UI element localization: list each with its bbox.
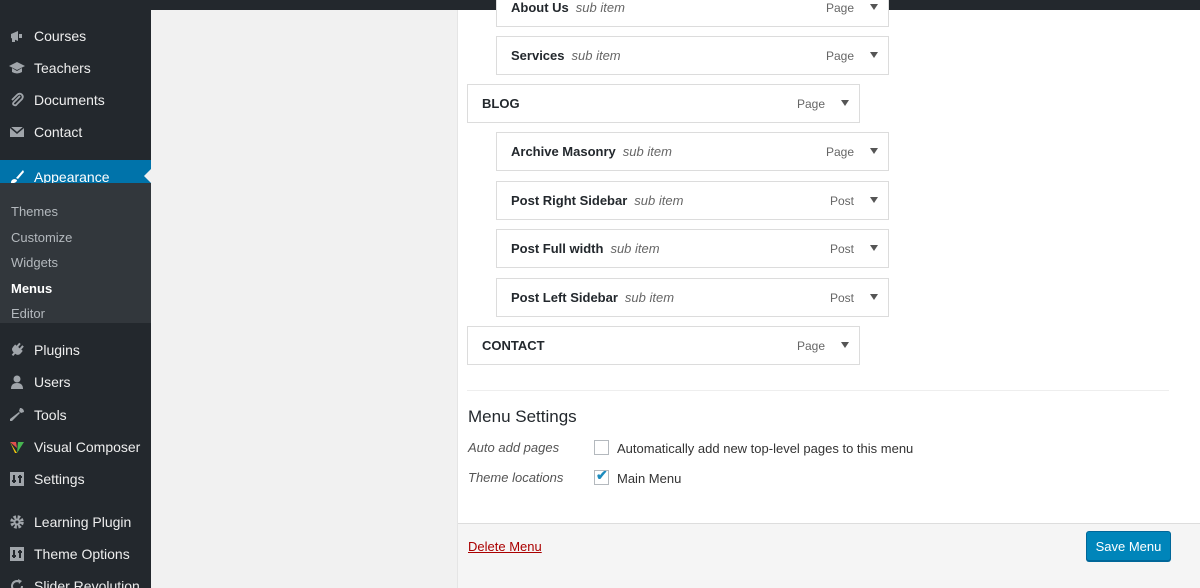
menu-item-post-full-width[interactable]: Post Full width sub item Post <box>496 229 889 268</box>
sidebar-item-label: Settings <box>34 471 85 487</box>
menu-item-type: Post <box>829 241 854 256</box>
sidebar-item-tools[interactable]: Tools <box>0 399 151 431</box>
sidebar-item-documents[interactable]: Documents <box>0 84 151 116</box>
user-icon <box>7 372 27 392</box>
main-menu-text: Main Menu <box>617 471 682 486</box>
envelope-icon <box>7 122 27 142</box>
sidebar-item-label: Courses <box>34 28 87 44</box>
menu-item-type: Page <box>825 144 854 159</box>
menu-item-contact[interactable]: CONTACT Page <box>467 326 860 365</box>
theme-locations-label: Theme locations <box>468 470 564 485</box>
sidebar-item-label: Theme Options <box>34 546 130 562</box>
menu-item-title: Post Right Sidebar sub item <box>511 193 684 208</box>
menu-item-title: Post Left Sidebar sub item <box>511 290 675 305</box>
graduation-cap-icon <box>7 58 27 78</box>
menu-item-title: About Us sub item <box>511 0 625 15</box>
wrench-icon <box>7 405 27 425</box>
menu-item-blog[interactable]: BLOG Page <box>467 84 860 123</box>
sidebar-item-contact[interactable]: Contact <box>0 116 151 148</box>
menu-item-title: CONTACT <box>482 338 545 353</box>
sidebar-item-label: Teachers <box>34 60 91 76</box>
submenu-item-menus[interactable]: Menus <box>11 281 52 296</box>
sidebar-item-plugins[interactable]: Plugins <box>0 334 151 366</box>
sidebar-item-label: Tools <box>34 407 67 423</box>
sidebar-item-label: Learning Plugin <box>34 514 132 530</box>
menu-item-type: Post <box>829 193 854 208</box>
submenu-item-customize[interactable]: Customize <box>11 230 72 245</box>
menu-settings-title: Menu Settings <box>468 407 577 426</box>
visual-composer-icon <box>7 437 27 457</box>
submenu-item-themes[interactable]: Themes <box>11 204 58 219</box>
submenu-item-widgets[interactable]: Widgets <box>11 255 58 270</box>
sidebar-item-label: Contact <box>34 124 83 140</box>
sidebar-item-users[interactable]: Users <box>0 366 151 398</box>
sidebar-item-learning-plugin[interactable]: Learning Plugin <box>0 506 151 538</box>
sidebar-item-slider-revolution[interactable]: Slider Revolution <box>0 570 151 588</box>
menu-item-about-us[interactable]: About Us sub item Page <box>496 0 889 27</box>
sidebar-item-visual-composer[interactable]: Visual Composer <box>0 431 151 463</box>
expand-arrow-icon[interactable] <box>870 294 878 300</box>
delete-menu-link[interactable]: Delete Menu <box>468 539 542 554</box>
megaphone-icon <box>7 26 27 46</box>
auto-add-pages-label: Auto add pages <box>468 440 560 455</box>
menu-item-title: Post Full width sub item <box>511 241 660 256</box>
expand-arrow-icon[interactable] <box>841 342 849 348</box>
expand-arrow-icon[interactable] <box>870 197 878 203</box>
refresh-icon <box>7 576 27 588</box>
settings-icon <box>7 544 27 564</box>
sidebar-item-label: Plugins <box>34 342 80 358</box>
checkmark-icon: ✔ <box>596 467 608 483</box>
menu-item-post-left-sidebar[interactable]: Post Left Sidebar sub item Post <box>496 278 889 317</box>
menu-item-services[interactable]: Services sub item Page <box>496 36 889 75</box>
expand-arrow-icon[interactable] <box>870 4 878 10</box>
submenu-item-editor[interactable]: Editor <box>11 306 45 321</box>
settings-divider <box>467 390 1169 391</box>
main-menu-checkbox[interactable]: ✔ <box>594 467 609 485</box>
content-bottom-strip <box>151 578 457 588</box>
gear-icon <box>7 512 27 532</box>
expand-arrow-icon[interactable] <box>870 52 878 58</box>
menu-item-title: BLOG <box>482 96 520 111</box>
menu-item-title: Services sub item <box>511 48 621 63</box>
menu-item-post-right-sidebar[interactable]: Post Right Sidebar sub item Post <box>496 181 889 220</box>
appearance-submenu: Themes Customize Widgets Menus Editor <box>0 183 151 323</box>
auto-add-pages-text: Automatically add new top-level pages to… <box>617 441 914 456</box>
expand-arrow-icon[interactable] <box>870 148 878 154</box>
plug-icon <box>7 340 27 360</box>
sidebar-item-theme-options[interactable]: Theme Options <box>0 538 151 570</box>
sidebar-item-settings[interactable]: Settings <box>0 463 151 495</box>
menu-item-type: Post <box>829 290 854 305</box>
menu-item-type: Page <box>825 48 854 63</box>
sidebar-item-courses[interactable]: Courses <box>0 20 151 52</box>
sidebar-item-label: Users <box>34 374 71 390</box>
menu-item-title: Archive Masonry sub item <box>511 144 672 159</box>
menu-item-archive-masonry[interactable]: Archive Masonry sub item Page <box>496 132 889 171</box>
admin-sidebar: Courses Teachers Documents Contact Appea… <box>0 10 151 588</box>
expand-arrow-icon[interactable] <box>870 245 878 251</box>
sidebar-item-teachers[interactable]: Teachers <box>0 52 151 84</box>
auto-add-pages-checkbox[interactable] <box>594 440 609 455</box>
paperclip-icon <box>7 90 27 110</box>
sidebar-item-label: Slider Revolution <box>34 578 140 588</box>
sidebar-item-label: Documents <box>34 92 105 108</box>
sidebar-item-label: Visual Composer <box>34 439 141 455</box>
menu-item-type: Page <box>825 0 854 15</box>
expand-arrow-icon[interactable] <box>841 100 849 106</box>
menu-item-type: Page <box>796 96 825 111</box>
save-menu-button[interactable]: Save Menu <box>1086 531 1171 561</box>
settings-icon <box>7 469 27 489</box>
menu-item-type: Page <box>796 338 825 353</box>
